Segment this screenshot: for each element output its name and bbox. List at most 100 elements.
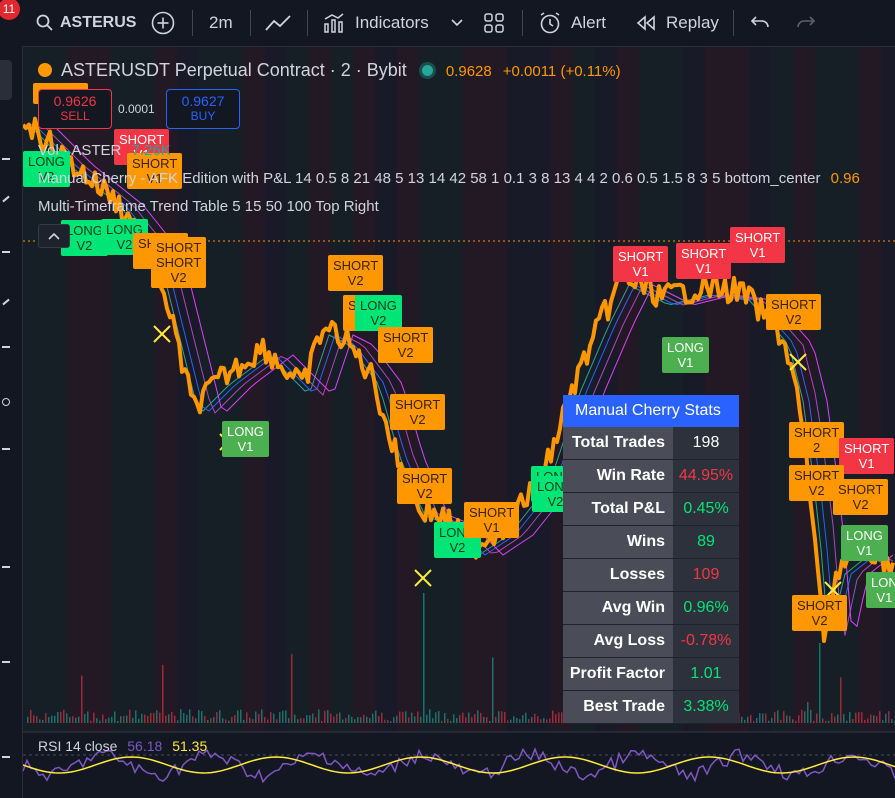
volume-bar: [120, 716, 122, 723]
volume-bar: [348, 714, 350, 723]
volume-bar: [240, 709, 242, 723]
volume-bar: [429, 709, 431, 723]
volume-bar: [510, 719, 512, 723]
stats-row: Avg Win 0.96%: [563, 591, 739, 625]
compare-symbol-button[interactable]: [151, 0, 175, 46]
buy-button[interactable]: 0.9627 BUY: [166, 89, 240, 129]
volume-bar: [306, 715, 308, 723]
volume-bar: [426, 714, 428, 723]
volume-bar: [396, 715, 398, 723]
interval-button[interactable]: 2m: [209, 0, 233, 46]
volume-bar: [876, 715, 878, 723]
measure-icon[interactable]: [2, 398, 10, 406]
signal-label-line: SHORT: [681, 246, 727, 261]
symbol-search[interactable]: ASTERUS: [36, 0, 136, 46]
volume-bar: [480, 712, 482, 723]
volume-bar: [201, 711, 203, 723]
volume-bar: [411, 712, 413, 723]
volume-bar: [840, 677, 842, 723]
volume-bar: [123, 716, 125, 723]
volume-bar: [42, 719, 44, 723]
volume-bar: [465, 717, 467, 723]
layout-button[interactable]: [483, 0, 505, 46]
redo-button[interactable]: [796, 0, 816, 46]
signal-label-line: V2: [347, 273, 364, 288]
fib-icon[interactable]: [2, 251, 10, 253]
replay-label: Replay: [666, 13, 719, 32]
signal-label-line: LONG: [360, 298, 397, 313]
session-band: [771, 47, 793, 732]
volume-bar: [375, 710, 377, 723]
volume-bar: [66, 713, 68, 723]
chart-pane[interactable]: SHORTLONGV2SHORTV1SHORTV1LONGV2LONGV2SHO…: [23, 47, 895, 798]
stats-value: 89: [673, 525, 739, 559]
volume-legend[interactable]: Vol · ASTER 7.26K: [38, 142, 171, 159]
stats-table: Manual Cherry Stats Total Trades 198 Win R…: [563, 395, 739, 724]
volume-bar: [462, 712, 464, 723]
volume-bar: [798, 715, 800, 723]
session-band: [881, 47, 895, 732]
session-band: [749, 47, 771, 732]
signal-label-line: V2: [170, 270, 187, 285]
signal-label-line: SHORT: [395, 397, 441, 412]
crosshair-icon[interactable]: [2, 158, 10, 160]
signal-label-line: V2: [811, 613, 828, 628]
stats-row: Avg Loss -0.78%: [563, 624, 739, 658]
chart-type-button[interactable]: [264, 0, 292, 46]
stats-row: Total P&L 0.45%: [563, 492, 739, 526]
signal-label-line: SHORT: [333, 258, 379, 273]
trash-icon[interactable]: [2, 756, 10, 758]
stats-value: 3.38%: [673, 690, 739, 724]
replay-button[interactable]: Replay: [636, 0, 719, 46]
volume-bar: [741, 716, 743, 723]
indicators-button[interactable]: Indicators: [323, 0, 429, 46]
cherry-indicator-legend[interactable]: Manual Cherry - AFK Edition with P&L 14 …: [38, 170, 860, 187]
volume-bar: [540, 719, 542, 723]
brush-icon[interactable]: [2, 298, 10, 306]
stats-value: -0.78%: [673, 624, 739, 658]
notification-badge[interactable]: 11: [0, 0, 20, 20]
alert-label: Alert: [571, 13, 606, 32]
legend-collapse-button[interactable]: [38, 224, 70, 248]
volume-bar: [756, 718, 758, 723]
volume-bar: [63, 709, 65, 723]
volume-bar: [162, 664, 164, 723]
cursor-tool-button[interactable]: [0, 60, 12, 100]
volume-bar: [453, 714, 455, 723]
volume-bar: [783, 711, 785, 723]
undo-button[interactable]: [750, 0, 770, 46]
signal-label: LON V1: [866, 572, 895, 608]
volume-bar: [267, 719, 269, 723]
volume-bar: [390, 720, 392, 723]
volume-bar: [180, 709, 182, 723]
stats-label: Total Trades: [563, 427, 673, 460]
magnet-icon[interactable]: [2, 566, 10, 568]
session-band: [397, 47, 419, 732]
text-tool-icon[interactable]: [2, 346, 10, 348]
trend-table-legend[interactable]: Multi-Timeframe Trend Table 5 15 50 100 …: [38, 198, 379, 215]
sell-button[interactable]: 0.9626 SELL: [38, 89, 112, 129]
volume-bar: [93, 712, 95, 723]
grid-icon: [484, 13, 504, 33]
session-band: [243, 47, 265, 732]
volume-bar: [483, 716, 485, 723]
volume-bar: [189, 709, 191, 723]
volume-bar: [801, 709, 803, 723]
stats-label: Win Rate: [563, 459, 673, 493]
volume-bar: [774, 712, 776, 723]
rsi-legend[interactable]: RSI 14 close 56.18 51.35: [38, 738, 207, 754]
indicators-dropdown[interactable]: [451, 0, 463, 46]
signal-label-line: SHORT: [838, 482, 884, 497]
signal-label-line: LON: [871, 575, 895, 590]
lock-icon[interactable]: [2, 661, 10, 663]
signal-label-line: V2: [397, 345, 414, 360]
zoom-icon[interactable]: [2, 448, 10, 450]
volume-bar: [771, 717, 773, 723]
chevron-up-icon: [48, 232, 60, 240]
volume-bar: [450, 720, 452, 723]
volume-bar: [354, 719, 356, 723]
volume-bar: [513, 716, 515, 723]
alert-button[interactable]: Alert: [538, 0, 606, 46]
trend-line-icon[interactable]: [2, 195, 10, 203]
volume-bar: [297, 719, 299, 723]
